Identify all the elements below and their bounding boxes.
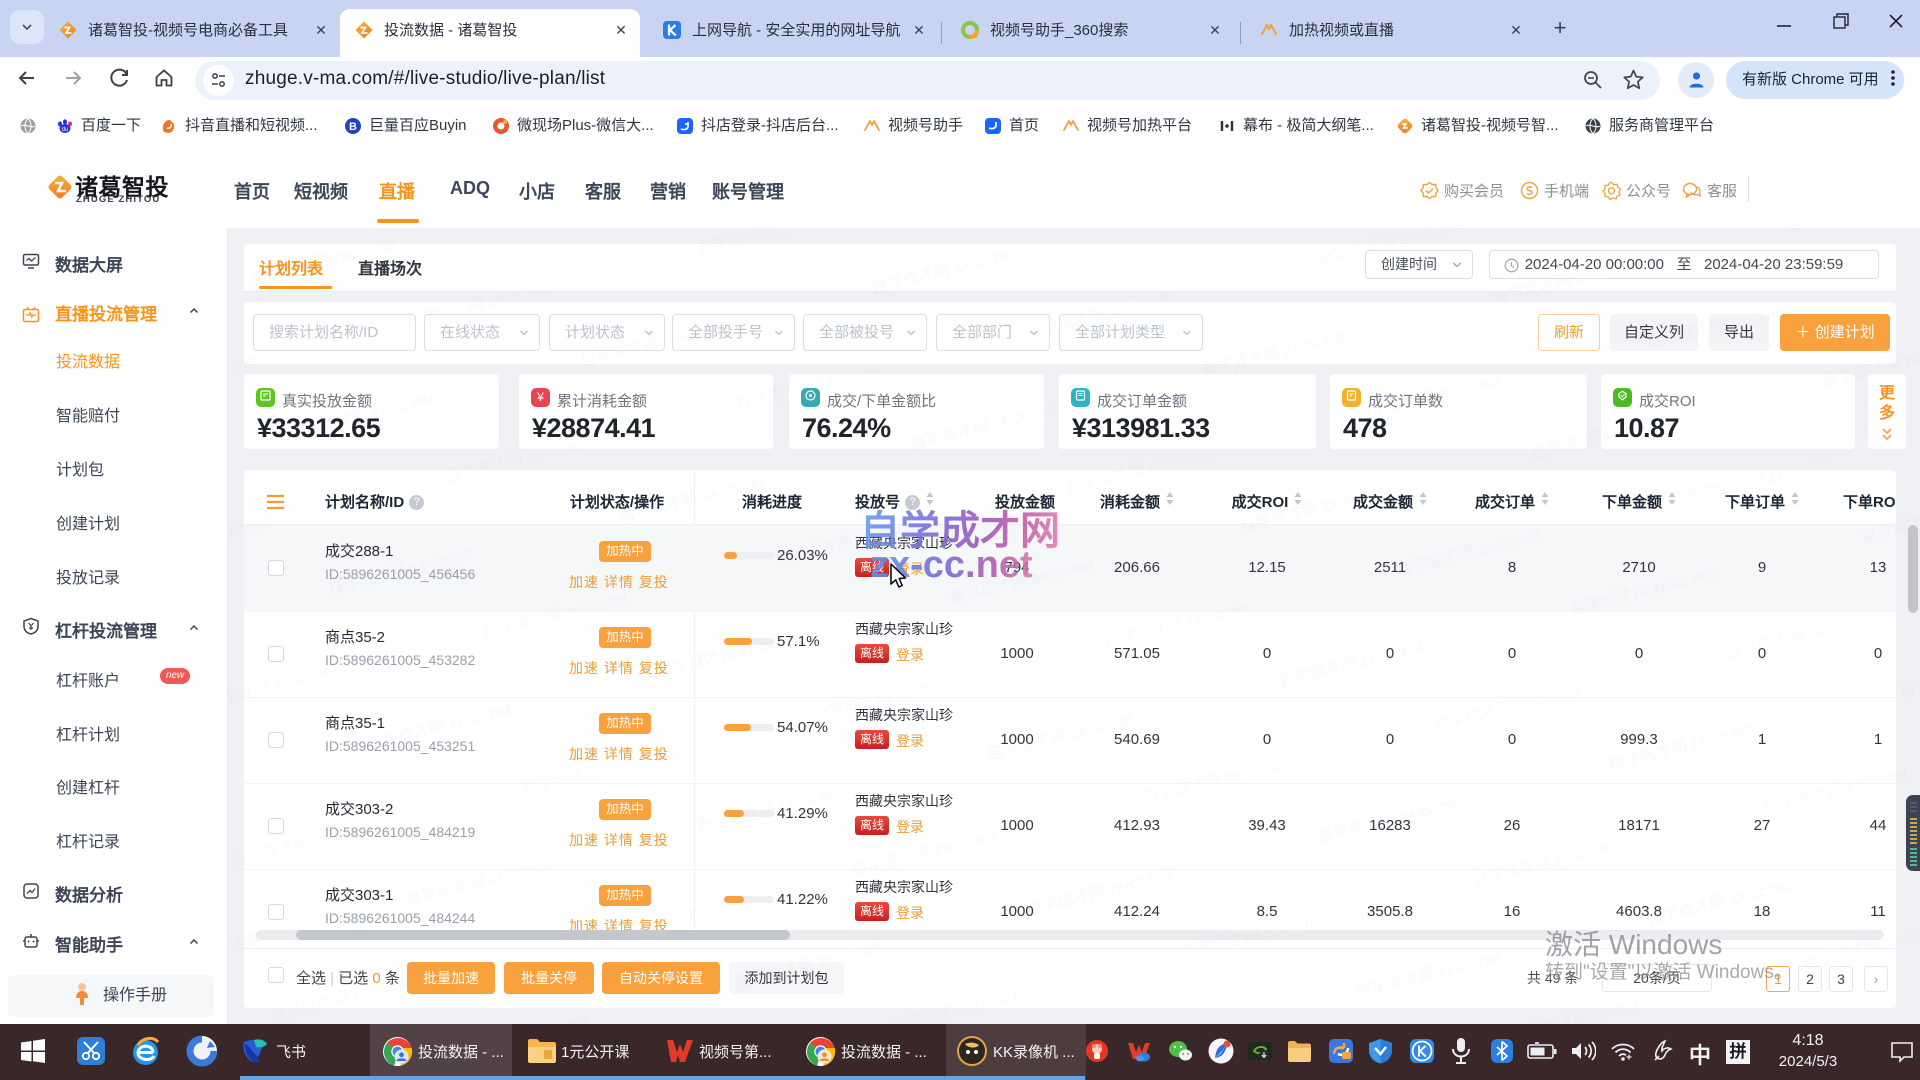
svg-text:du: du xyxy=(62,127,69,133)
svg-text:B: B xyxy=(349,121,357,133)
